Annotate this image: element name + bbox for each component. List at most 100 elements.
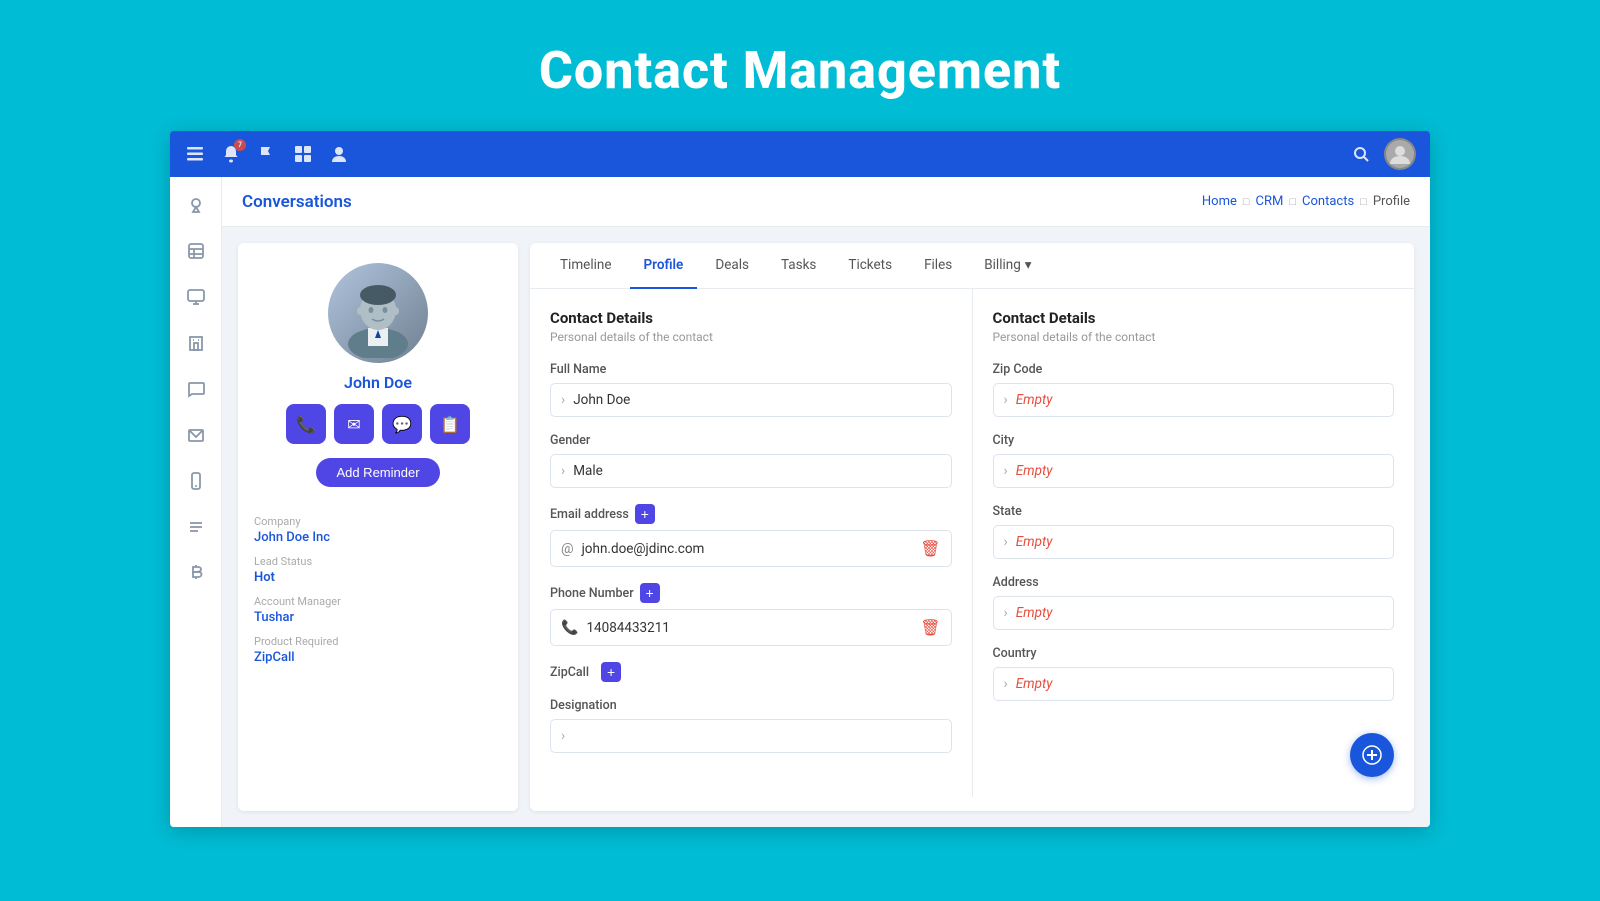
content-header: Conversations Home □ CRM □ Contacts □ Pr… <box>222 177 1430 227</box>
phone-label: Phone Number <box>550 586 634 601</box>
gender-chevron-icon: › <box>561 463 565 479</box>
sidebar-location-icon[interactable] <box>182 191 210 219</box>
right-section-title: Contact Details <box>993 309 1395 327</box>
billing-dropdown-icon: ▾ <box>1025 257 1032 273</box>
email-delete-icon[interactable]: 🗑 <box>920 539 940 558</box>
grid-icon[interactable] <box>292 143 314 165</box>
tab-files[interactable]: Files <box>910 243 966 289</box>
lead-status-value: Hot <box>254 570 502 585</box>
lead-status-row: Lead Status Hot <box>254 555 502 585</box>
tab-tickets[interactable]: Tickets <box>834 243 906 289</box>
breadcrumb-crm[interactable]: CRM <box>1256 194 1284 209</box>
user-avatar[interactable] <box>1384 138 1416 170</box>
tab-billing[interactable]: Billing ▾ <box>970 243 1045 289</box>
tab-timeline[interactable]: Timeline <box>546 243 626 289</box>
tabs-bar: Timeline Profile Deals Tasks Tickets Fil… <box>530 243 1414 289</box>
email-action-btn[interactable]: ✉ <box>334 404 374 444</box>
contact-panel: John Doe 📞 ✉ 💬 📋 Add Reminder Company Jo… <box>238 243 518 811</box>
notification-icon[interactable]: 7 <box>220 143 242 165</box>
tab-tasks[interactable]: Tasks <box>767 243 830 289</box>
sidebar-building-icon[interactable] <box>182 329 210 357</box>
content-area: Conversations Home □ CRM □ Contacts □ Pr… <box>222 177 1430 827</box>
tab-deals[interactable]: Deals <box>701 243 763 289</box>
phone-icon: 📞 <box>561 620 578 636</box>
chat-action-btn[interactable]: 💬 <box>382 404 422 444</box>
address-label: Address <box>993 575 1395 590</box>
fullname-label: Full Name <box>550 362 952 377</box>
phone-value: 14084433211 <box>586 620 669 636</box>
top-nav-right <box>1350 138 1416 170</box>
fullname-field[interactable]: › John Doe <box>550 383 952 417</box>
phone-field[interactable]: 📞 14084433211 🗑 <box>550 609 952 646</box>
state-value: Empty <box>1016 534 1053 550</box>
sidebar-chat-icon[interactable] <box>182 375 210 403</box>
country-chevron-icon: › <box>1004 676 1008 692</box>
product-required-label: Product Required <box>254 635 502 648</box>
sidebar-contacts-icon[interactable] <box>182 237 210 265</box>
phone-delete-icon[interactable]: 🗑 <box>920 618 940 637</box>
sidebar-bitcoin-icon[interactable] <box>182 559 210 587</box>
account-manager-value: Tushar <box>254 610 502 625</box>
sidebar-text-icon[interactable] <box>182 513 210 541</box>
zipcall-row: ZipCall + <box>550 662 952 682</box>
user-nav-icon[interactable] <box>328 143 350 165</box>
left-section-sub: Personal details of the contact <box>550 330 952 344</box>
city-label: City <box>993 433 1395 448</box>
contact-meta: Company John Doe Inc Lead Status Hot Acc… <box>254 505 502 665</box>
fullname-value: John Doe <box>573 392 630 408</box>
city-field[interactable]: › Empty <box>993 454 1395 488</box>
gender-field[interactable]: › Male <box>550 454 952 488</box>
breadcrumb-contacts[interactable]: Contacts <box>1302 194 1354 209</box>
notification-badge: 7 <box>234 139 246 151</box>
details-panel: Timeline Profile Deals Tasks Tickets Fil… <box>530 243 1414 811</box>
breadcrumb: Home □ CRM □ Contacts □ Profile <box>1202 194 1410 209</box>
tab-profile[interactable]: Profile <box>630 243 698 289</box>
address-value: Empty <box>1016 605 1053 621</box>
search-icon[interactable] <box>1350 143 1372 165</box>
left-sidebar <box>170 177 222 827</box>
breadcrumb-profile: Profile <box>1373 194 1410 209</box>
flag-icon[interactable] <box>256 143 278 165</box>
contact-actions: 📞 ✉ 💬 📋 <box>254 404 502 444</box>
phone-action-btn[interactable]: 📞 <box>286 404 326 444</box>
contact-avatar <box>254 263 502 363</box>
product-required-row: Product Required ZipCall <box>254 635 502 665</box>
add-reminder-button[interactable]: Add Reminder <box>316 458 439 487</box>
fab-button[interactable] <box>1350 733 1394 777</box>
state-label: State <box>993 504 1395 519</box>
contact-name: John Doe <box>254 373 502 392</box>
left-section-title: Contact Details <box>550 309 952 327</box>
state-chevron-icon: › <box>1004 534 1008 550</box>
account-manager-label: Account Manager <box>254 595 502 608</box>
sidebar-mobile-icon[interactable] <box>182 467 210 495</box>
add-zipcall-button[interactable]: + <box>601 662 621 682</box>
body-content: John Doe 📞 ✉ 💬 📋 Add Reminder Company Jo… <box>222 227 1430 827</box>
designation-field[interactable]: › <box>550 719 952 753</box>
address-field[interactable]: › Empty <box>993 596 1395 630</box>
company-label: Company <box>254 515 502 528</box>
company-row: Company John Doe Inc <box>254 515 502 545</box>
details-col-left: Contact Details Personal details of the … <box>530 289 973 797</box>
email-at-icon: @ <box>561 541 574 557</box>
designation-label: Designation <box>550 698 952 713</box>
breadcrumb-home[interactable]: Home <box>1202 194 1237 209</box>
page-section-title: Conversations <box>242 192 352 212</box>
email-value: john.doe@jdinc.com <box>582 541 705 557</box>
add-phone-button[interactable]: + <box>640 583 660 603</box>
country-label: Country <box>993 646 1395 661</box>
app-container: 7 <box>170 131 1430 827</box>
zipcode-field[interactable]: › Empty <box>993 383 1395 417</box>
sidebar-monitor-icon[interactable] <box>182 283 210 311</box>
main-layout: Conversations Home □ CRM □ Contacts □ Pr… <box>170 177 1430 827</box>
state-field[interactable]: › Empty <box>993 525 1395 559</box>
note-action-btn[interactable]: 📋 <box>430 404 470 444</box>
add-email-button[interactable]: + <box>635 504 655 524</box>
zipcall-label: ZipCall <box>550 665 589 680</box>
email-label-row: Email address + <box>550 504 952 524</box>
menu-icon[interactable] <box>184 143 206 165</box>
lead-status-label: Lead Status <box>254 555 502 568</box>
country-field[interactable]: › Empty <box>993 667 1395 701</box>
email-field[interactable]: @ john.doe@jdinc.com 🗑 <box>550 530 952 567</box>
city-chevron-icon: › <box>1004 463 1008 479</box>
sidebar-mail-icon[interactable] <box>182 421 210 449</box>
